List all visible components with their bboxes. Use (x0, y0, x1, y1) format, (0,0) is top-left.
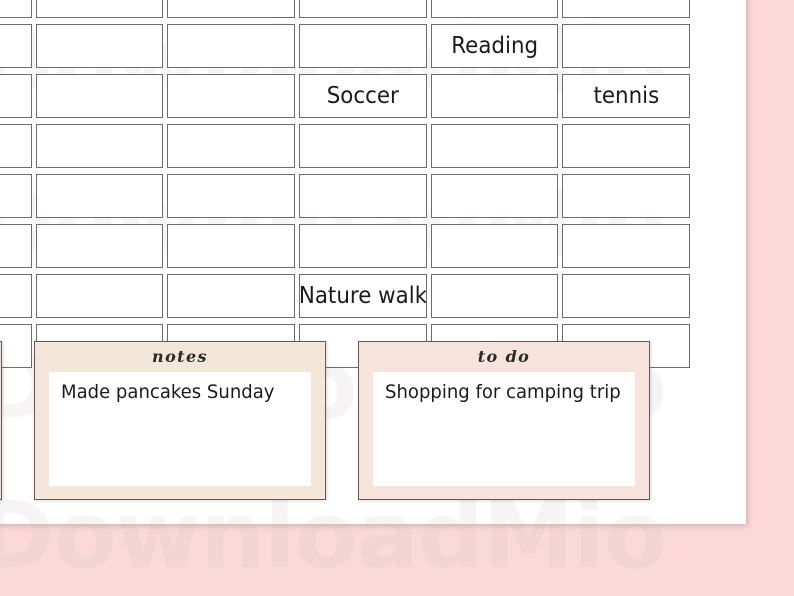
planner-cell[interactable] (0, 174, 32, 218)
planner-cell[interactable] (0, 274, 32, 318)
planner-cell[interactable] (35, 74, 164, 118)
planner-cell[interactable]: Nature walk (299, 274, 427, 318)
planner-cell[interactable] (167, 24, 296, 68)
planner-cell-text: Reading (451, 32, 538, 59)
planner-grid-row (0, 124, 694, 174)
planner-cell[interactable] (167, 124, 296, 168)
bottom-box-title: to do (477, 347, 531, 366)
planner-cell[interactable] (167, 274, 296, 318)
bottom-box-body[interactable]: Shopping for camping trip (373, 372, 635, 486)
planner-cell[interactable]: tennis (562, 74, 691, 118)
planner-cell[interactable] (35, 24, 164, 68)
bottom-box-line: Shopping for camping trip (385, 381, 621, 403)
planner-cell[interactable] (167, 174, 296, 218)
planner-cell[interactable] (0, 224, 32, 268)
bottom-box-title: notes (152, 347, 208, 366)
bottom-box[interactable] (0, 341, 2, 500)
planner-cell[interactable] (562, 174, 691, 218)
planner-cell[interactable] (430, 0, 559, 18)
planner-cell[interactable] (430, 224, 559, 268)
planner-grid-row (0, 224, 694, 274)
planner-screenshot: DownloadMio DownloadMio DownloadMio Down… (0, 0, 794, 596)
bottom-box-row: notes Made pancakes Sunday to do Shopping f… (0, 341, 682, 500)
planner-grid-row: Reading (0, 24, 694, 74)
planner-cell-text: tennis (593, 82, 660, 109)
planner-cell[interactable] (0, 124, 32, 168)
planner-grid-row: Soccer tennis (0, 74, 694, 124)
planner-cell[interactable] (299, 24, 427, 68)
planner-cell[interactable] (0, 0, 32, 18)
planner-cell[interactable]: Soccer (299, 74, 427, 118)
planner-cell[interactable] (35, 174, 164, 218)
planner-cell[interactable] (167, 74, 296, 118)
planner-grid-row (0, 174, 694, 224)
planner-cell-text: Nature walk (299, 282, 427, 309)
planner-cell[interactable] (430, 124, 559, 168)
planner-cell[interactable] (0, 24, 32, 68)
planner-cell-text: Soccer (326, 82, 399, 109)
planner-cell[interactable] (35, 274, 164, 318)
planner-cell[interactable] (299, 124, 427, 168)
planner-cell[interactable] (299, 0, 427, 18)
planner-cell[interactable]: Reading (430, 24, 559, 68)
planner-cell[interactable] (430, 74, 559, 118)
planner-cell[interactable] (35, 224, 164, 268)
planner-cell[interactable] (430, 274, 559, 318)
bottom-box[interactable]: to do Shopping for camping trip (358, 341, 650, 500)
bottom-box-line: Made pancakes Sunday (61, 381, 275, 403)
planner-cell[interactable] (299, 174, 427, 218)
planner-cell[interactable] (562, 274, 691, 318)
planner-cell[interactable] (562, 224, 691, 268)
bottom-box[interactable]: notes Made pancakes Sunday (34, 341, 326, 500)
planner-cell[interactable] (430, 174, 559, 218)
planner-cell[interactable] (0, 74, 32, 118)
planner-cell[interactable] (562, 0, 691, 18)
planner-grid-row (0, 0, 694, 24)
planner-grid: Reading Soccer tennis Nature walk (0, 0, 694, 374)
planner-cell[interactable] (299, 224, 427, 268)
planner-cell[interactable] (167, 224, 296, 268)
planner-cell[interactable] (562, 24, 691, 68)
planner-cell[interactable] (167, 0, 296, 18)
planner-cell[interactable] (35, 124, 164, 168)
planner-cell[interactable] (35, 0, 164, 18)
bottom-box-body[interactable]: Made pancakes Sunday (49, 372, 311, 486)
planner-cell[interactable] (562, 124, 691, 168)
planner-grid-row: Nature walk (0, 274, 694, 324)
